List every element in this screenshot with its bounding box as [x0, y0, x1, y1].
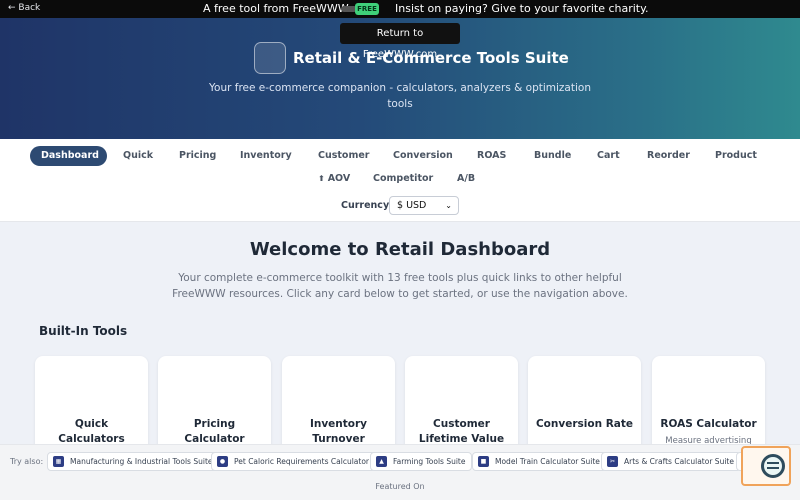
tab-label: AOV — [327, 173, 351, 184]
tab-label: Bundle — [534, 150, 572, 161]
tab-inventory[interactable]: Inventory — [237, 146, 292, 166]
card-title: Quick Calculators — [58, 418, 125, 445]
tool-card-customer-lifetime-value[interactable]: Customer Lifetime Value — [405, 356, 518, 456]
tab-product[interactable]: Product — [712, 146, 757, 166]
tab-label: ROAS — [477, 150, 507, 161]
link-pet-caloric[interactable]: ● Pet Caloric Requirements Calculator — [211, 452, 376, 471]
link-farming-suite[interactable]: ▲ Farming Tools Suite — [370, 452, 473, 471]
card-title: Pricing Calculator — [184, 418, 245, 445]
tab-quick[interactable]: Quick — [120, 146, 153, 166]
tab-label: A/B — [457, 173, 476, 184]
currency-select[interactable]: $ USD ⌄ — [389, 196, 459, 215]
tool-card-roas-calculator[interactable]: ROAS Calculator Measure advertising — [652, 356, 765, 456]
scissors-icon: ✂ — [607, 456, 618, 467]
link-arts-crafts[interactable]: ✂ Arts & Crafts Calculator Suite — [601, 452, 741, 471]
link-manufacturing-suite[interactable]: ▦ Manufacturing & Industrial Tools Suite — [47, 452, 220, 471]
tab-aov[interactable]: ⬆ AOV — [318, 169, 350, 189]
free-badge: FREE — [355, 3, 379, 15]
currency-value: $ USD — [397, 200, 427, 211]
tool-card-conversion-rate[interactable]: Conversion Rate — [528, 356, 641, 456]
card-title: Customer Lifetime Value — [418, 418, 505, 445]
free-toggle[interactable]: FREE — [341, 3, 379, 15]
tab-ab[interactable]: A/B — [454, 169, 475, 189]
welcome-heading: Welcome to Retail Dashboard — [249, 239, 551, 260]
tab-label: Inventory — [240, 150, 292, 161]
page-subtitle: Your free e-commerce companion - calcula… — [209, 82, 591, 110]
tab-label: Conversion — [393, 150, 453, 161]
tab-label: Reorder — [647, 150, 690, 161]
tab-label: Product — [715, 150, 757, 161]
link-label: Model Train Calculator Suite — [495, 457, 600, 466]
back-link[interactable]: ← Back — [8, 3, 40, 13]
return-tooltip: Return to FreeWWW.com — [340, 23, 460, 60]
card-title: ROAS Calculator — [660, 418, 757, 430]
tab-reorder[interactable]: Reorder — [644, 146, 690, 166]
tab-label: Quick — [123, 150, 154, 161]
arrow-up-icon: ⬆ — [318, 174, 325, 183]
link-label: Arts & Crafts Calculator Suite — [624, 457, 734, 466]
tab-label: Pricing — [179, 150, 217, 161]
tab-conversion[interactable]: Conversion — [390, 146, 453, 166]
factory-icon: ▦ — [53, 456, 64, 467]
card-title: Conversion Rate — [535, 418, 634, 430]
section-heading: Built-In Tools — [35, 324, 127, 338]
tool-card-pricing-calculator[interactable]: Pricing Calculator — [158, 356, 271, 456]
suite-logo-icon — [254, 42, 286, 74]
tab-bundle[interactable]: Bundle — [531, 146, 571, 166]
link-label: Farming Tools Suite — [393, 457, 466, 466]
tab-label: Cart — [597, 150, 620, 161]
tool-card-inventory-turnover[interactable]: Inventory Turnover — [282, 356, 395, 456]
chevron-down-icon: ⌄ — [445, 201, 452, 210]
free-tool-message: A free tool from FreeWWW — [203, 2, 349, 15]
top-bar: ← Back A free tool from FreeWWW FREE Ins… — [0, 0, 800, 18]
tab-dashboard[interactable]: Dashboard — [30, 146, 107, 166]
tractor-icon: ▲ — [376, 456, 387, 467]
chat-icon — [761, 454, 785, 478]
tab-competitor[interactable]: Competitor — [370, 169, 433, 189]
link-model-train[interactable]: ■ Model Train Calculator Suite — [472, 452, 607, 471]
tab-roas[interactable]: ROAS — [474, 146, 506, 166]
try-also-bar: Try also: ▦ Manufacturing & Industrial To… — [0, 444, 800, 500]
tab-customer[interactable]: Customer — [315, 146, 370, 166]
card-title: Inventory Turnover — [309, 418, 368, 445]
tab-label: Customer — [318, 150, 370, 161]
section-title: Built-In Tools — [39, 324, 128, 338]
charity-message: Insist on paying? Give to your favorite … — [395, 2, 649, 15]
tool-card-quick-calculators[interactable]: Quick Calculators — [35, 356, 148, 456]
welcome-intro: Your complete e-commerce toolkit with 13… — [172, 272, 628, 300]
tab-pricing[interactable]: Pricing — [176, 146, 216, 166]
featured-on-label: Featured On — [375, 482, 425, 491]
chat-widget[interactable] — [741, 446, 791, 486]
train-icon: ■ — [478, 456, 489, 467]
chat-line — [767, 462, 779, 464]
currency-label: Currency — [341, 200, 390, 211]
try-also-label: Try also: — [10, 457, 44, 466]
chat-line — [767, 467, 779, 469]
link-label: Pet Caloric Requirements Calculator — [234, 457, 369, 466]
link-label: Manufacturing & Industrial Tools Suite — [70, 457, 213, 466]
tab-cart[interactable]: Cart — [594, 146, 620, 166]
paw-icon: ● — [217, 456, 228, 467]
tab-label: Competitor — [373, 173, 434, 184]
tool-navigation: Dashboard Quick Pricing Inventory Custom… — [0, 139, 800, 222]
tab-label: Dashboard — [41, 150, 99, 161]
